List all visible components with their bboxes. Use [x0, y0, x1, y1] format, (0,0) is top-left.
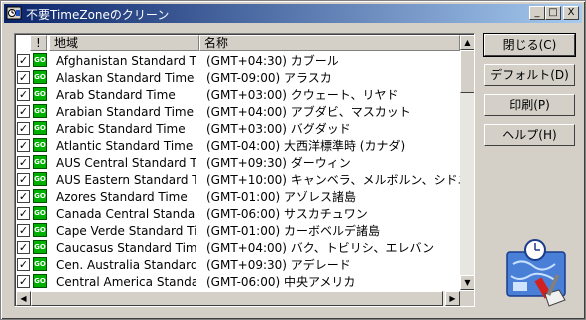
region-cell: Azores Standard Time [56, 190, 188, 204]
list-item[interactable]: ✓ GO Arabian Standard Time (GMT+04:00) アブダビ… [16, 103, 460, 120]
region-cell: Atlantic Standard Time [56, 139, 194, 153]
region-cell: Caucasus Standard Time [56, 241, 196, 255]
go-status-icon: GO [33, 223, 47, 237]
row-checkbox[interactable]: ✓ [17, 207, 30, 220]
name-cell: (GMT+04:00) バク、トビリシ、エレバン [206, 241, 435, 255]
name-cell: (GMT+04:30) カブール [206, 54, 339, 68]
region-cell: Cape Verde Standard Ti... [56, 224, 196, 238]
print-button[interactable]: 印刷(P) [484, 94, 575, 116]
vertical-scrollbar[interactable]: ▲ ▼ [460, 35, 474, 290]
region-cell: Alaskan Standard Time [56, 71, 195, 85]
list-item[interactable]: ✓ GO Arab Standard Time (GMT+03:00) クウェート、リ… [16, 86, 460, 103]
list-item[interactable]: ✓ GO Azores Standard Time (GMT-01:00) アゾレス諸… [16, 188, 460, 205]
name-cell: (GMT+10:00) キャンベラ、メルボルン、シドニー [206, 173, 460, 187]
region-cell: Arab Standard Time [56, 88, 176, 102]
go-status-icon: GO [33, 189, 47, 203]
list-item[interactable]: ✓ GO Cape Verde Standard Ti... (GMT-01:00) … [16, 222, 460, 239]
region-cell: AUS Central Standard Ti... [56, 156, 196, 170]
go-status-icon: GO [33, 138, 47, 152]
name-cell: (GMT-01:00) カーボベルデ諸島 [206, 224, 380, 238]
go-status-icon: GO [33, 240, 47, 254]
go-status-icon: GO [33, 87, 47, 101]
name-cell: (GMT-09:00) アラスカ [206, 71, 332, 85]
row-checkbox[interactable]: ✓ [17, 139, 30, 152]
row-checkbox[interactable]: ✓ [17, 105, 30, 118]
close-window-button[interactable]: X [563, 6, 579, 20]
help-button[interactable]: ヘルプ(H) [484, 124, 575, 146]
timezone-cleaner-illustration-icon [506, 239, 566, 307]
region-cell: Arabian Standard Time [56, 105, 194, 119]
go-status-icon: GO [33, 274, 47, 288]
list-item[interactable]: ✓GO AUS Central Standard Ti... (GMT+09:30)… [16, 154, 460, 171]
name-cell: (GMT+09:30) アデレード [206, 258, 351, 272]
list-item[interactable]: ✓GO AUS Eastern Standard Ti... (GMT+10:00)… [16, 171, 460, 188]
scroll-down-button[interactable]: ▼ [460, 275, 474, 290]
column-header-check[interactable]: ! [30, 35, 47, 51]
name-cell: (GMT-06:00) 中央アメリカ [206, 275, 356, 289]
list-item[interactable]: ✓ GO Afghanistan Standard Ti... (GMT+04:30)… [16, 52, 460, 69]
name-cell: (GMT+04:00) アブダビ、マスカット [206, 105, 411, 119]
app-icon [6, 6, 22, 20]
scroll-up-button[interactable]: ▲ [460, 35, 474, 50]
list-item[interactable]: ✓ GO Caucasus Standard Time (GMT+04:00) バク、… [16, 239, 460, 256]
row-checkbox[interactable]: ✓ [17, 224, 30, 237]
go-status-icon: GO [33, 257, 47, 271]
row-checkbox[interactable]: ✓ [17, 173, 30, 186]
minimize-button[interactable]: _ [529, 6, 545, 20]
go-status-icon: GO [33, 206, 47, 220]
go-status-icon: GO [33, 172, 47, 186]
row-checkbox[interactable]: ✓ [17, 71, 30, 84]
window-title: 不要TimeZoneのクリーン [26, 8, 170, 22]
name-cell: (GMT-04:00) 大西洋標準時 (カナダ) [206, 139, 406, 153]
go-status-icon: GO [33, 104, 47, 118]
list-item[interactable]: ✓GO Central America Standar... (GMT-06:00)… [16, 273, 460, 290]
timezone-list[interactable]: ! 地域 名称 ✓ GO Afghanistan Standard Ti... (GM… [14, 33, 475, 307]
go-status-icon: GO [33, 70, 47, 84]
go-status-icon: GO [33, 121, 47, 135]
region-cell: Arabic Standard Time [56, 122, 186, 136]
maximize-button[interactable]: □ [545, 6, 561, 20]
row-checkbox[interactable]: ✓ [17, 258, 30, 271]
region-cell: AUS Eastern Standard Ti... [56, 173, 196, 187]
row-checkbox[interactable]: ✓ [17, 190, 30, 203]
row-checkbox[interactable]: ✓ [17, 54, 30, 67]
region-cell: Cen. Australia Standard ... [56, 258, 196, 272]
row-checkbox[interactable]: ✓ [17, 156, 30, 169]
name-cell: (GMT+09:30) ダーウィン [206, 156, 351, 170]
scroll-left-button[interactable]: ◀ [16, 291, 31, 306]
name-cell: (GMT+03:00) クウェート、リヤド [206, 88, 399, 102]
list-item[interactable]: ✓GO Canada Central Standard... (GMT-06:00)… [16, 205, 460, 222]
row-checkbox[interactable]: ✓ [17, 122, 30, 135]
column-header-name[interactable]: 名称 [199, 35, 460, 51]
title-bar[interactable]: 不要TimeZoneのクリーン _ □ X [4, 4, 582, 23]
default-button[interactable]: デフォルト(D) [484, 64, 575, 86]
region-cell: Canada Central Standard... [56, 207, 196, 221]
name-cell: (GMT-06:00) サスカチュワン [206, 207, 368, 221]
row-checkbox[interactable]: ✓ [17, 241, 30, 254]
column-header-region[interactable]: 地域 [49, 35, 199, 51]
name-cell: (GMT-01:00) アゾレス諸島 [206, 190, 356, 204]
row-checkbox[interactable]: ✓ [17, 275, 30, 288]
go-status-icon: GO [33, 155, 47, 169]
scrollbar-corner [460, 291, 474, 306]
scroll-right-button[interactable]: ▶ [445, 291, 460, 306]
horizontal-scroll-thumb[interactable] [31, 291, 443, 306]
list-item[interactable]: ✓ GO Atlantic Standard Time (GMT-04:00) 大西洋… [16, 137, 460, 154]
close-button[interactable]: 閉じる(C) [483, 33, 576, 57]
region-cell: Afghanistan Standard Ti... [56, 54, 196, 68]
vertical-scroll-thumb[interactable] [460, 50, 474, 93]
list-item[interactable]: ✓GO Cen. Australia Standard ... (GMT+09:30… [16, 256, 460, 273]
row-checkbox[interactable]: ✓ [17, 88, 30, 101]
timezone-cleaner-window: 不要TimeZoneのクリーン _ □ X ! 地域 名称 ✓ GO Afghani… [0, 0, 586, 320]
name-cell: (GMT+03:00) バグダッド [206, 122, 351, 136]
region-cell: Central America Standar... [56, 275, 196, 289]
list-item[interactable]: ✓ GO Alaskan Standard Time (GMT-09:00) アラスカ [16, 69, 460, 86]
horizontal-scrollbar[interactable]: ◀ ▶ [16, 291, 460, 306]
go-status-icon: GO [33, 53, 47, 67]
list-item[interactable]: ✓ GO Arabic Standard Time (GMT+03:00) バグダッド [16, 120, 460, 137]
